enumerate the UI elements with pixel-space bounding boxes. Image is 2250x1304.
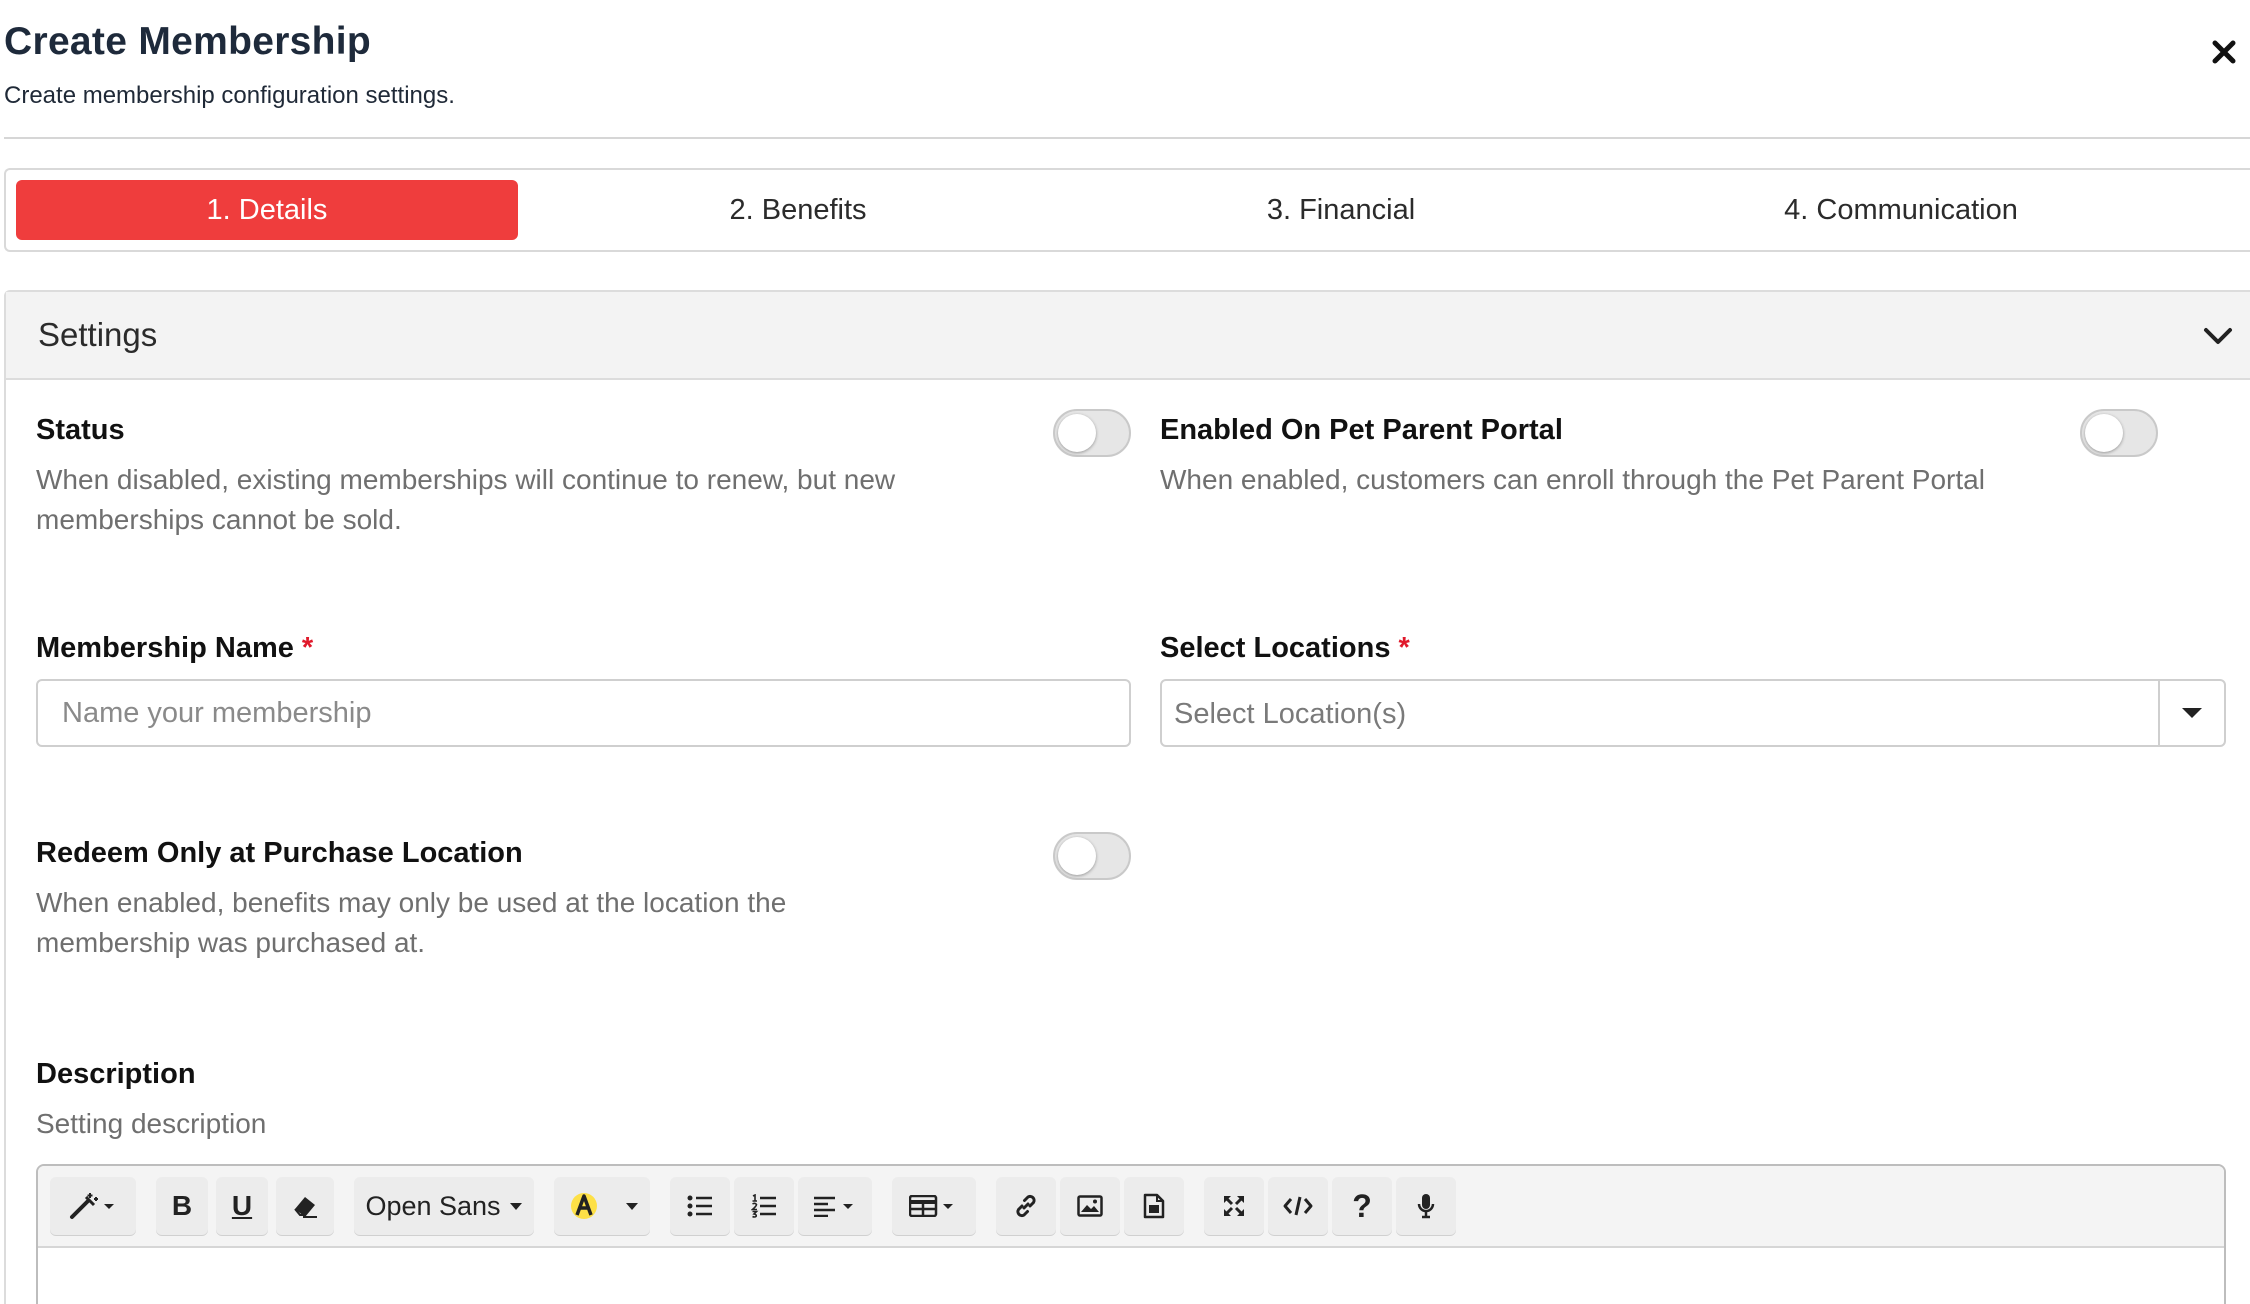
fullscreen-button[interactable] bbox=[1204, 1177, 1264, 1235]
chevron-down-icon[interactable] bbox=[2200, 318, 2236, 354]
select-locations-dropdown[interactable]: Select Location(s) bbox=[1160, 679, 2226, 747]
page-subtitle: Create membership configuration settings… bbox=[4, 82, 455, 109]
underline-icon: U bbox=[231, 1190, 253, 1221]
required-mark: * bbox=[1398, 632, 1410, 664]
editor-content-area[interactable] bbox=[38, 1248, 2224, 1304]
link-button[interactable] bbox=[996, 1177, 1056, 1235]
modal-header: Create Membership Create membership conf… bbox=[4, 20, 2244, 110]
file-button[interactable] bbox=[1124, 1177, 1184, 1235]
voice-input-button[interactable] bbox=[1396, 1177, 1456, 1235]
select-locations-label-text: Select Locations bbox=[1160, 632, 1391, 664]
image-button[interactable] bbox=[1060, 1177, 1120, 1235]
pet-parent-portal-toggle[interactable] bbox=[2080, 409, 2158, 457]
description-help: Setting description bbox=[36, 1108, 267, 1139]
highlight-dropdown[interactable] bbox=[614, 1177, 650, 1235]
membership-name-label: Membership Name * bbox=[36, 632, 313, 665]
align-button[interactable] bbox=[798, 1177, 872, 1235]
image-icon bbox=[1077, 1195, 1103, 1217]
tab-benefits[interactable]: 2. Benefits bbox=[520, 180, 1076, 240]
toggle-knob bbox=[1058, 837, 1096, 875]
code-view-button[interactable] bbox=[1268, 1177, 1328, 1235]
numbered-list-button[interactable] bbox=[734, 1177, 794, 1235]
editor-toolbar: B U Open Sans ? bbox=[38, 1166, 2224, 1248]
tab-details[interactable]: 1. Details bbox=[16, 180, 518, 240]
select-locations-label: Select Locations * bbox=[1160, 632, 1410, 665]
toggle-knob bbox=[2085, 414, 2123, 452]
fullscreen-icon bbox=[1223, 1195, 1245, 1217]
status-toggle[interactable] bbox=[1053, 409, 1131, 457]
status-description: When disabled, existing memberships will… bbox=[36, 464, 896, 535]
bullet-list-icon bbox=[687, 1195, 712, 1217]
microphone-icon bbox=[1417, 1194, 1435, 1219]
toggle-knob bbox=[1058, 414, 1096, 452]
underline-button[interactable]: U bbox=[216, 1177, 268, 1235]
highlight-color-icon bbox=[571, 1193, 597, 1219]
align-icon bbox=[814, 1196, 853, 1217]
required-mark: * bbox=[301, 632, 314, 664]
clear-format-button[interactable] bbox=[276, 1177, 334, 1235]
bullet-list-button[interactable] bbox=[670, 1177, 730, 1235]
redeem-only-description: When enabled, benefits may only be used … bbox=[36, 887, 787, 958]
magic-wand-icon bbox=[70, 1193, 114, 1219]
settings-panel-header[interactable]: Settings bbox=[6, 292, 2250, 380]
status-label: Status bbox=[36, 414, 125, 446]
tab-financial[interactable]: 3. Financial bbox=[1076, 180, 1606, 240]
description-label: Description bbox=[36, 1058, 196, 1090]
bold-button[interactable]: B bbox=[156, 1177, 208, 1235]
highlight-button[interactable] bbox=[554, 1177, 614, 1235]
caret-down-icon bbox=[626, 1202, 638, 1210]
table-button[interactable] bbox=[892, 1177, 976, 1235]
close-icon bbox=[2212, 40, 2236, 64]
caret-down-icon bbox=[509, 1202, 522, 1210]
file-icon bbox=[1143, 1193, 1165, 1219]
style-button[interactable] bbox=[50, 1177, 136, 1235]
dropdown-toggle[interactable] bbox=[2158, 681, 2224, 745]
wizard-tabs: 1. Details 2. Benefits 3. Financial 4. C… bbox=[4, 168, 2250, 252]
redeem-only-label: Redeem Only at Purchase Location bbox=[36, 837, 523, 869]
eraser-icon bbox=[294, 1197, 317, 1218]
pet-parent-portal-label: Enabled On Pet Parent Portal bbox=[1160, 414, 1563, 446]
pet-parent-portal-description: When enabled, customers can enroll throu… bbox=[1160, 464, 1985, 495]
code-view-icon bbox=[1283, 1196, 1313, 1216]
redeem-only-toggle[interactable] bbox=[1053, 832, 1131, 880]
settings-title: Settings bbox=[38, 316, 158, 353]
membership-name-label-text: Membership Name bbox=[36, 632, 294, 664]
select-locations-placeholder: Select Location(s) bbox=[1174, 698, 1407, 730]
caret-down-icon bbox=[2182, 708, 2202, 718]
numbered-list-icon bbox=[751, 1194, 776, 1218]
tab-communication[interactable]: 4. Communication bbox=[1606, 180, 2196, 240]
rich-text-editor[interactable]: B U Open Sans ? bbox=[36, 1164, 2226, 1304]
table-icon bbox=[909, 1195, 953, 1217]
header-divider bbox=[4, 137, 2250, 139]
close-button[interactable] bbox=[2204, 32, 2244, 72]
link-icon bbox=[1016, 1194, 1036, 1218]
bold-icon: B bbox=[171, 1190, 193, 1221]
membership-name-input[interactable] bbox=[36, 679, 1131, 747]
font-family-dropdown[interactable]: Open Sans bbox=[354, 1177, 534, 1235]
help-button[interactable]: ? bbox=[1332, 1177, 1392, 1235]
page-title: Create Membership bbox=[4, 20, 372, 63]
font-family-label: Open Sans bbox=[365, 1190, 501, 1221]
help-icon: ? bbox=[1352, 1187, 1372, 1224]
